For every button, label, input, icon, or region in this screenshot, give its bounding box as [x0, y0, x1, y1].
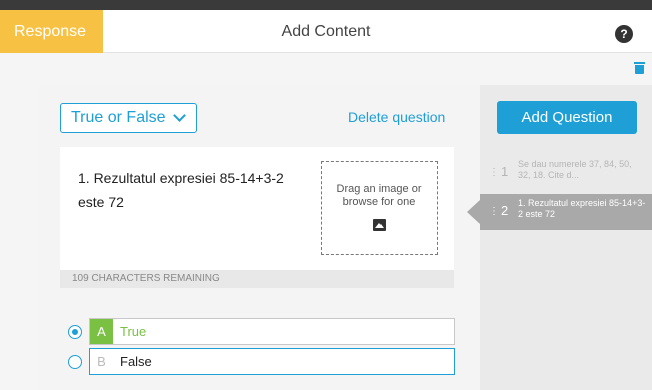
option-label[interactable]: True [120, 319, 146, 344]
add-question-button[interactable]: Add Question [497, 101, 637, 134]
header-bar: Response Add Content ? [0, 10, 652, 53]
active-item-pointer [467, 200, 480, 224]
trash-icon[interactable] [634, 62, 645, 74]
question-type-label: True or False [71, 109, 166, 126]
drag-handle-icon[interactable]: ⋮ [489, 206, 499, 218]
characters-remaining: 109 CHARACTERS REMAINING [60, 270, 454, 288]
question-number: 1 [501, 164, 509, 179]
delete-question-link[interactable]: Delete question [348, 109, 445, 125]
option-letter: A [90, 319, 113, 344]
top-strip [0, 0, 652, 10]
option-letter: B [90, 349, 113, 374]
answer-radio-a[interactable] [68, 325, 82, 339]
image-dropzone[interactable]: Drag an image or browse for one [321, 161, 438, 255]
question-type-dropdown[interactable]: True or False [60, 103, 197, 133]
drag-handle-icon[interactable]: ⋮ [489, 167, 499, 179]
answer-radio-b[interactable] [68, 355, 82, 369]
question-number: 2 [501, 203, 509, 218]
chevron-down-icon [173, 109, 186, 122]
answer-option-b[interactable]: B False [89, 348, 455, 375]
question-snippet: Se dau numerele 37, 84, 50, 32, 18. Cite… [518, 159, 632, 180]
question-list-item-1[interactable]: ⋮ 1 Se dau numerele 37, 84, 50, 32, 18. … [480, 155, 652, 191]
answer-option-a[interactable]: A True [89, 318, 455, 345]
question-snippet: 1. Rezultatul expresiei 85-14+3-2 este 7… [518, 198, 646, 219]
tab-response[interactable]: Response [0, 10, 103, 53]
option-label[interactable]: False [120, 349, 152, 374]
question-text[interactable]: 1. Rezultatul expresiei 85-14+3-2 este 7… [78, 166, 308, 214]
help-icon[interactable]: ? [615, 25, 633, 43]
image-icon [373, 219, 386, 231]
dropzone-text: Drag an image or browse for one [336, 183, 422, 208]
question-list-item-2[interactable]: ⋮ 2 1. Rezultatul expresiei 85-14+3-2 es… [480, 194, 652, 230]
